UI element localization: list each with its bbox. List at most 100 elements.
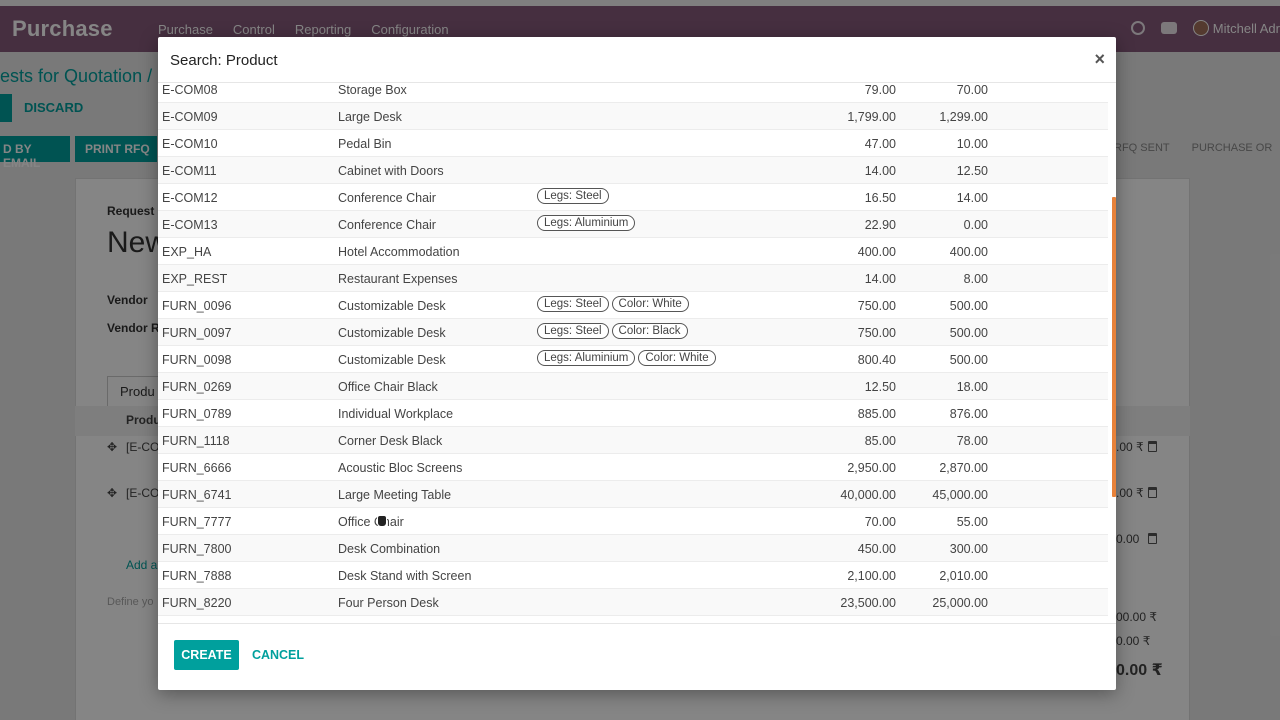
product-name: Desk Combination <box>338 542 441 556</box>
sales-price: 70.00 <box>864 515 896 529</box>
product-name: Four Person Desk <box>338 596 439 610</box>
dialog-footer: CREATE CANCEL <box>158 623 1116 690</box>
product-name: Large Desk <box>338 110 402 124</box>
cost: 55.00 <box>956 515 988 529</box>
table-row[interactable]: FURN_6666 Acoustic Bloc Screens 2,950.00 2,… <box>158 454 1108 481</box>
cost: 18.00 <box>956 380 988 394</box>
internal-reference: FURN_0097 <box>162 326 232 340</box>
attribute-tag: Legs: Aluminium <box>537 350 636 366</box>
sales-price: 400.00 <box>857 245 896 259</box>
internal-reference: FURN_1118 <box>162 434 230 448</box>
cost: 500.00 <box>949 353 988 367</box>
internal-reference: FURN_7777 <box>162 515 232 529</box>
product-name: Storage Box <box>338 83 407 97</box>
sales-price: 2,100.00 <box>847 569 896 583</box>
internal-reference: E-COM11 <box>162 164 217 178</box>
table-row[interactable]: FURN_6741 Large Meeting Table 40,000.00 45,… <box>158 481 1108 508</box>
table-row[interactable]: FURN_0789 Individual Workplace 885.00 876.0… <box>158 400 1108 427</box>
sales-price: 23,500.00 <box>840 596 896 610</box>
dialog-title: Search: Product <box>170 52 278 69</box>
table-row[interactable]: E-COM13 Conference Chair Legs: Aluminium 22… <box>158 211 1108 238</box>
cost: 500.00 <box>949 299 988 313</box>
cost: 2,010.00 <box>939 569 988 583</box>
product-list: E-COM08 Storage Box 79.00 70.00 E-COM09 Large… <box>158 83 1108 616</box>
search-product-dialog: Search: Product × E-COM08 Storage Box 79.0… <box>158 37 1116 690</box>
attribute-tag: Color: White <box>638 350 716 366</box>
attribute-tags: Legs: Steel Color: White <box>537 296 689 312</box>
attribute-tag: Legs: Steel <box>537 323 609 339</box>
sales-price: 85.00 <box>864 434 896 448</box>
table-row[interactable]: E-COM08 Storage Box 79.00 70.00 <box>158 83 1108 103</box>
sales-price: 450.00 <box>857 542 896 556</box>
sales-price: 1,799.00 <box>847 110 896 124</box>
cost: 70.00 <box>956 83 988 97</box>
product-name: Hotel Accommodation <box>338 245 460 259</box>
attribute-tag: Color: White <box>611 296 689 312</box>
sales-price: 750.00 <box>857 299 896 313</box>
product-name: Individual Workplace <box>338 407 454 421</box>
internal-reference: FURN_6741 <box>162 488 232 502</box>
cost: 0.00 <box>963 218 988 232</box>
table-row[interactable]: E-COM09 Large Desk 1,799.00 1,299.00 <box>158 103 1108 130</box>
cost: 876.00 <box>949 407 988 421</box>
table-row[interactable]: EXP_REST Restaurant Expenses 14.00 8.00 <box>158 265 1108 292</box>
internal-reference: FURN_7800 <box>162 542 232 556</box>
internal-reference: E-COM13 <box>162 218 218 232</box>
table-row[interactable]: E-COM12 Conference Chair Legs: Steel 16.50 1… <box>158 184 1108 211</box>
table-row[interactable]: EXP_HA Hotel Accommodation 400.00 400.00 <box>158 238 1108 265</box>
close-icon[interactable]: × <box>1094 49 1105 70</box>
product-name: Pedal Bin <box>338 137 392 151</box>
internal-reference: E-COM09 <box>162 110 218 124</box>
sales-price: 750.00 <box>857 326 896 340</box>
attribute-tag: Legs: Aluminium <box>537 215 636 231</box>
cost: 8.00 <box>963 272 988 286</box>
hand-cursor-icon <box>377 515 387 527</box>
attribute-tags: Legs: Aluminium Color: White <box>537 350 716 366</box>
sales-price: 22.90 <box>864 218 896 232</box>
table-row[interactable]: E-COM11 Cabinet with Doors 14.00 12.50 <box>158 157 1108 184</box>
table-row[interactable]: FURN_7888 Desk Stand with Screen 2,100.00 2… <box>158 562 1108 589</box>
internal-reference: FURN_0098 <box>162 353 232 367</box>
internal-reference: FURN_8220 <box>162 596 232 610</box>
table-row[interactable]: FURN_8220 Four Person Desk 23,500.00 25,000… <box>158 589 1108 616</box>
table-row[interactable]: E-COM10 Pedal Bin 47.00 10.00 <box>158 130 1108 157</box>
sales-price: 14.00 <box>864 272 896 286</box>
sales-price: 12.50 <box>864 380 896 394</box>
internal-reference: FURN_6666 <box>162 461 232 475</box>
table-row[interactable]: FURN_1118 Corner Desk Black 85.00 78.00 <box>158 427 1108 454</box>
internal-reference: E-COM08 <box>162 83 218 97</box>
create-button[interactable]: CREATE <box>174 640 239 670</box>
table-row[interactable]: FURN_0098 Customizable Desk Legs: Aluminiu… <box>158 346 1108 373</box>
attribute-tag: Legs: Steel <box>537 296 609 312</box>
product-name: Large Meeting Table <box>338 488 452 502</box>
table-row[interactable]: FURN_0269 Office Chair Black 12.50 18.00 <box>158 373 1108 400</box>
scrollbar-thumb[interactable] <box>1112 197 1116 497</box>
table-row[interactable]: FURN_0097 Customizable Desk Legs: Steel Col… <box>158 319 1108 346</box>
attribute-tags: Legs: Steel Color: Black <box>537 323 688 339</box>
cost: 25,000.00 <box>932 596 988 610</box>
product-name: Desk Stand with Screen <box>338 569 472 583</box>
dialog-body: E-COM08 Storage Box 79.00 70.00 E-COM09 Large… <box>158 83 1116 623</box>
cancel-button[interactable]: CANCEL <box>248 640 308 670</box>
attribute-tag: Legs: Steel <box>537 188 609 204</box>
table-row[interactable]: FURN_0096 Customizable Desk Legs: Steel Col… <box>158 292 1108 319</box>
product-name: Office Chair <box>338 515 404 529</box>
internal-reference: FURN_0789 <box>162 407 232 421</box>
product-name: Conference Chair <box>338 191 436 205</box>
sales-price: 47.00 <box>864 137 896 151</box>
table-row[interactable]: FURN_7777 Office Chair 70.00 55.00 <box>158 508 1108 535</box>
attribute-tags: Legs: Steel <box>537 188 609 204</box>
internal-reference: FURN_0096 <box>162 299 232 313</box>
internal-reference: E-COM12 <box>162 191 218 205</box>
attribute-tags: Legs: Aluminium <box>537 215 636 231</box>
cost: 10.00 <box>956 137 988 151</box>
sales-price: 885.00 <box>857 407 896 421</box>
table-row[interactable]: FURN_7800 Desk Combination 450.00 300.00 <box>158 535 1108 562</box>
cost: 45,000.00 <box>932 488 988 502</box>
cost: 300.00 <box>949 542 988 556</box>
internal-reference: FURN_7888 <box>162 569 232 583</box>
product-name: Customizable Desk <box>338 326 446 340</box>
product-name: Restaurant Expenses <box>338 272 458 286</box>
cost: 12.50 <box>956 164 988 178</box>
internal-reference: FURN_0269 <box>162 380 232 394</box>
